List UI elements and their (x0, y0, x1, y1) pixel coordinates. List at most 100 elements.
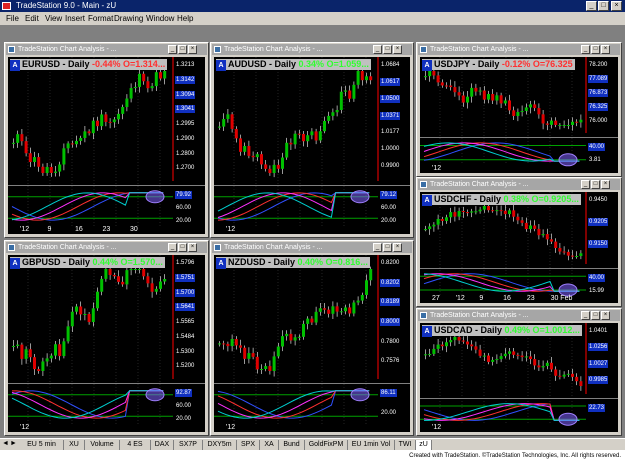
tab-zu[interactable]: zU (416, 440, 432, 450)
chart-window-titlebar[interactable]: TradeStation Chart Analysis - ... _ □ × (212, 44, 412, 55)
candle-body (562, 125, 566, 126)
chart-window-titlebar[interactable]: TradeStation Chart Analysis - ... _ □ × (418, 310, 620, 321)
tab-nav-left-icon[interactable]: ◄ (2, 440, 9, 447)
close-chart-button[interactable]: × (393, 243, 402, 252)
analysis-icon[interactable]: A (216, 60, 226, 71)
chart-plot-area[interactable]: A USDJPY - Daily -0.12% O=76.325 78.200 77.… (420, 57, 618, 173)
tab-nav-right-icon[interactable]: ► (10, 440, 17, 447)
candle-body (260, 154, 263, 165)
candle-body (457, 337, 461, 341)
tab-sx7p[interactable]: SX7P (174, 440, 203, 450)
close-chart-button[interactable]: × (188, 243, 197, 252)
menu-format[interactable]: Format (88, 13, 113, 24)
analysis-icon[interactable]: A (10, 258, 20, 269)
chart-plot-area[interactable]: A NZDUSD - Daily 0.40% O=0.816... 0.8200 0.… (214, 255, 410, 432)
minimize-chart-button[interactable]: _ (168, 45, 177, 54)
chart-window-titlebar[interactable]: TradeStation Chart Analysis - ... _ □ × (418, 44, 620, 55)
chart-window-usdjpy[interactable]: TradeStation Chart Analysis - ... _ □ × A USD… (416, 42, 622, 177)
chart-plot-area[interactable]: A GBPUSD - Daily 0.44% O=1.570... 1.5796 1.… (8, 255, 205, 432)
analysis-icon[interactable]: A (422, 326, 432, 337)
menu-edit[interactable]: Edit (25, 13, 39, 24)
menu-insert[interactable]: Insert (65, 13, 85, 24)
symbol-label[interactable]: A USDCHF - Daily 0.38% O=0.9205... (422, 194, 581, 206)
minimize-chart-button[interactable]: _ (373, 45, 382, 54)
maximize-button[interactable]: □ (598, 1, 609, 11)
tab-volume[interactable]: Volume (85, 440, 120, 450)
chart-plot-area[interactable]: A USDCHF - Daily 0.38% O=0.9205... 0.9450 0… (420, 192, 618, 303)
tab-xa[interactable]: XA (260, 440, 279, 450)
menu-window[interactable]: Window (146, 13, 174, 24)
chart-plot-area[interactable]: A EURUSD - Daily -0.44% O=1.314... 1.3213 1… (8, 57, 205, 234)
symbol-label[interactable]: A NZDUSD - Daily 0.40% O=0.816... (216, 257, 370, 269)
minimize-chart-button[interactable]: _ (168, 243, 177, 252)
chart-plot-area[interactable]: A USDCAD - Daily 0.49% O=1.0012... 1.0401 1… (420, 323, 618, 432)
symbol-label[interactable]: A USDCAD - Daily 0.49% O=1.0012... (422, 325, 582, 337)
analysis-icon[interactable]: A (216, 258, 226, 269)
close-chart-button[interactable]: × (601, 311, 610, 320)
minimize-chart-button[interactable]: _ (581, 180, 590, 189)
menu-view[interactable]: View (45, 13, 62, 24)
candle-body (482, 206, 486, 210)
close-chart-button[interactable]: × (393, 45, 402, 54)
chart-plot-area[interactable]: A AUDUSD - Daily 0.34% O=1.059... 1.0684 1.… (214, 57, 410, 234)
indicator-axis-label: 86.11 (380, 389, 397, 397)
symbol-label[interactable]: A USDJPY - Daily -0.12% O=76.325 (422, 59, 575, 71)
analysis-icon[interactable]: A (422, 195, 432, 206)
chart-window-title: TradeStation Chart Analysis - ... (430, 181, 529, 188)
maximize-chart-button[interactable]: □ (178, 243, 187, 252)
symbol-label[interactable]: A EURUSD - Daily -0.44% O=1.314... (10, 59, 168, 71)
candle-body (566, 125, 570, 126)
tab-dxy5m[interactable]: DXY5m (203, 440, 237, 450)
candle-body (281, 157, 284, 169)
tab-twi[interactable]: TWI (395, 440, 416, 450)
candle-body (545, 362, 549, 367)
tab-dax[interactable]: DAX (151, 440, 174, 450)
tab-eu-1min-vol[interactable]: EU 1min Vol (348, 440, 395, 450)
chart-window-eurusd[interactable]: TradeStation Chart Analysis - ... _ □ × A EUR… (4, 42, 209, 238)
close-button[interactable]: × (611, 1, 622, 11)
maximize-chart-button[interactable]: □ (383, 45, 392, 54)
chart-window-titlebar[interactable]: TradeStation Chart Analysis - ... _ □ × (6, 242, 207, 253)
candle-body (302, 323, 305, 337)
tab-4-es[interactable]: 4 ES (120, 440, 151, 450)
close-chart-button[interactable]: × (188, 45, 197, 54)
chart-window-nzdusd[interactable]: TradeStation Chart Analysis - ... _ □ × A NZD… (210, 240, 414, 436)
chart-window-audusd[interactable]: TradeStation Chart Analysis - ... _ □ × A AUD… (210, 42, 414, 238)
candle-body (24, 141, 28, 154)
symbol-label[interactable]: A GBPUSD - Daily 0.44% O=1.570... (10, 257, 165, 269)
maximize-chart-button[interactable]: □ (591, 180, 600, 189)
chart-window-usdcad[interactable]: TradeStation Chart Analysis - ... _ □ × A USD… (416, 308, 622, 436)
chart-window-usdchf[interactable]: TradeStation Chart Analysis - ... _ □ × A USD… (416, 177, 622, 307)
candle-body (318, 308, 322, 312)
minimize-chart-button[interactable]: _ (581, 45, 590, 54)
symbol-label[interactable]: A AUDUSD - Daily 0.34% O=1.059... (216, 59, 371, 71)
close-chart-button[interactable]: × (601, 180, 610, 189)
maximize-chart-button[interactable]: □ (591, 311, 600, 320)
tab-spx[interactable]: SPX (237, 440, 260, 450)
close-chart-button[interactable]: × (601, 45, 610, 54)
price-axis-label: 0.8200 (380, 259, 401, 267)
maximize-chart-button[interactable]: □ (591, 45, 600, 54)
tab-goldfixpm[interactable]: GoldFixPM (305, 440, 348, 450)
candle-body (327, 309, 331, 314)
chart-window-gbpusd[interactable]: TradeStation Chart Analysis - ... _ □ × A GBP… (4, 240, 209, 436)
tab-xu[interactable]: XU (64, 440, 85, 450)
tab-bund[interactable]: Bund (279, 440, 305, 450)
minimize-button[interactable]: _ (586, 1, 597, 11)
candle-body (108, 121, 112, 123)
maximize-chart-button[interactable]: □ (178, 45, 187, 54)
minimize-chart-button[interactable]: _ (373, 243, 382, 252)
menu-help[interactable]: Help (177, 13, 193, 24)
menu-file[interactable]: File (6, 13, 19, 24)
candle-body (339, 311, 343, 313)
chart-window-titlebar[interactable]: TradeStation Chart Analysis - ... _ □ × (6, 44, 207, 55)
chart-window-titlebar[interactable]: TradeStation Chart Analysis - ... _ □ × (418, 179, 620, 190)
minimize-chart-button[interactable]: _ (581, 311, 590, 320)
analysis-icon[interactable]: A (10, 60, 20, 71)
chart-window-titlebar[interactable]: TradeStation Chart Analysis - ... _ □ × (212, 242, 412, 253)
tab-eu-5-min[interactable]: EU 5 min (20, 440, 64, 450)
analysis-icon[interactable]: A (422, 60, 432, 71)
indicator-axis-label: 20.00 (176, 416, 192, 422)
menu-drawing[interactable]: Drawing (114, 13, 143, 24)
maximize-chart-button[interactable]: □ (383, 243, 392, 252)
